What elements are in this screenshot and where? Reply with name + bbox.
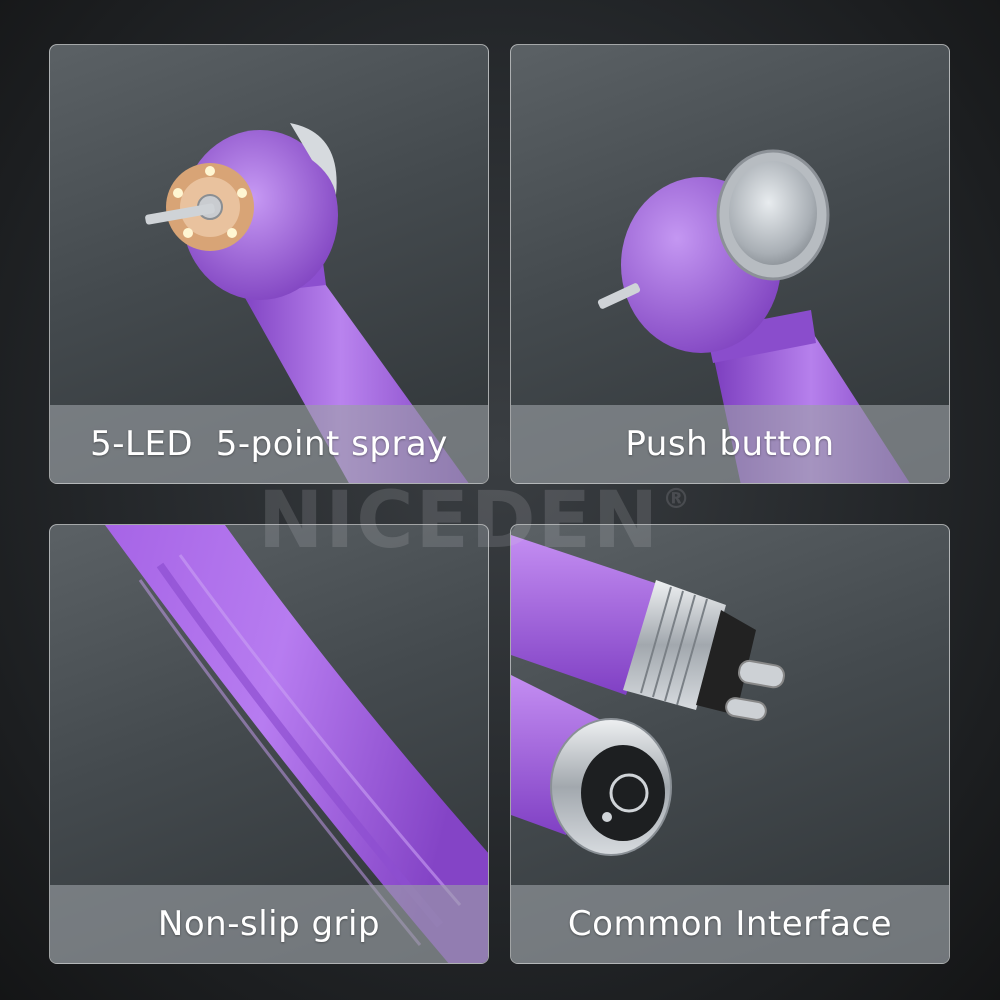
panel-led-spray: 5-LED 5-point spray <box>49 44 489 484</box>
caption-common-interface: Common Interface <box>567 904 893 944</box>
panel-push-button: Push button <box>510 44 950 484</box>
caption-non-slip-grip: Non-slip grip <box>157 904 381 944</box>
caption-led-spray: 5-LED 5-point spray <box>90 424 448 464</box>
panel-non-slip-grip: Non-slip grip <box>49 524 489 964</box>
registered-mark: ® <box>662 482 693 515</box>
panel-common-interface: Common Interface <box>510 524 950 964</box>
caption-push-button: Push button <box>625 424 835 464</box>
